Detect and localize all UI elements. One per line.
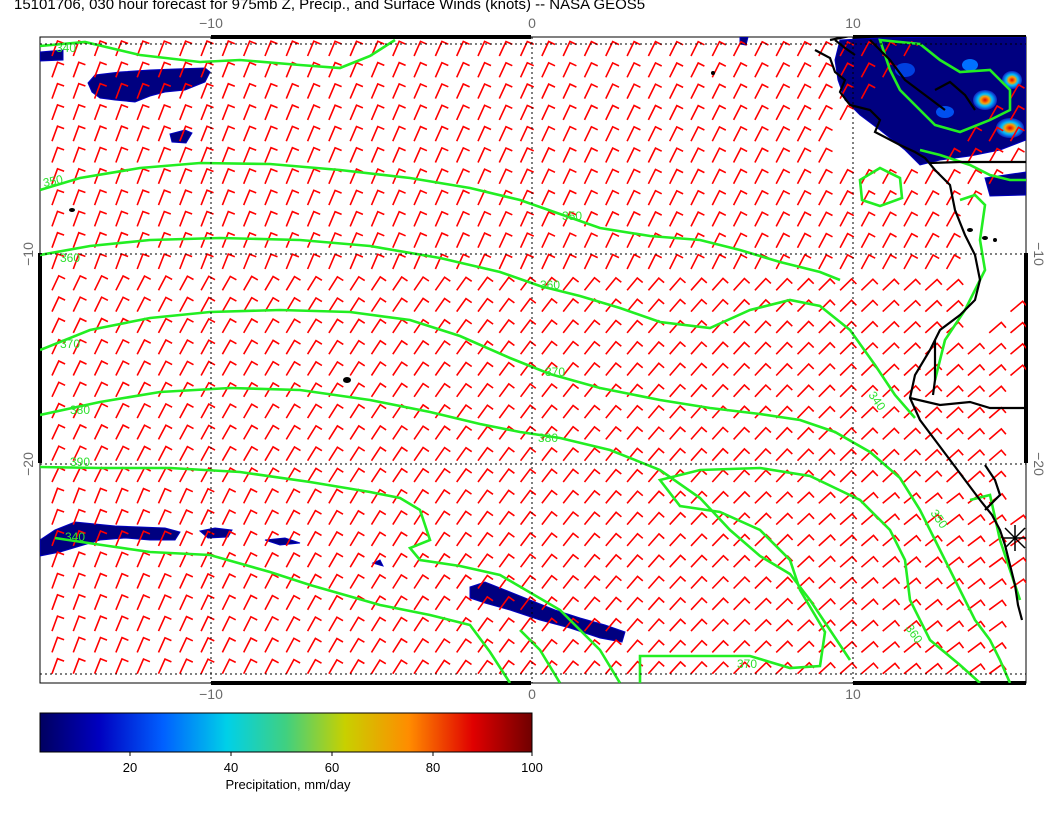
colorbar-label: Precipitation, mm/day — [226, 777, 351, 792]
right-tick-label: −20 — [1031, 452, 1047, 476]
colorbar-tick: 80 — [426, 760, 440, 775]
contour-label: 380 — [70, 403, 90, 417]
right-tick-label: −10 — [1031, 242, 1047, 266]
contour-label: 370 — [737, 657, 757, 671]
contour-label: 380 — [538, 431, 558, 445]
contour-label: 390 — [70, 455, 90, 469]
colorbar-tick: 20 — [123, 760, 137, 775]
left-tick-label: −10 — [20, 242, 36, 266]
colorbar-tick: 100 — [521, 760, 543, 775]
contour-label: 340 — [65, 530, 85, 544]
top-tick-label: 10 — [845, 15, 861, 31]
colorbar-tick: 60 — [325, 760, 339, 775]
contour-label: 340 — [56, 41, 76, 55]
contour-label: 370 — [60, 337, 80, 351]
colorbar-gradient — [39, 712, 533, 753]
bottom-tick-label: 10 — [845, 686, 861, 702]
contour-label: 350 — [562, 209, 582, 223]
top-tick-label: 0 — [528, 15, 536, 31]
contour-label: 360 — [540, 278, 560, 292]
colorbar-tick: 40 — [224, 760, 238, 775]
top-tick-label: −10 — [199, 15, 223, 31]
station-marker — [1002, 525, 1026, 551]
forecast-map: 340 350 360 370 380 390 340 350 360 370 … — [20, 15, 1047, 792]
bottom-tick-label: −10 — [199, 686, 223, 702]
precipitation-colorbar: 20 40 60 80 100 Precipitation, mm/day — [39, 712, 543, 792]
left-tick-label: −20 — [20, 452, 36, 476]
contour-label: 370 — [545, 365, 565, 379]
contour-label: 360 — [60, 251, 80, 265]
bottom-tick-label: 0 — [528, 686, 536, 702]
